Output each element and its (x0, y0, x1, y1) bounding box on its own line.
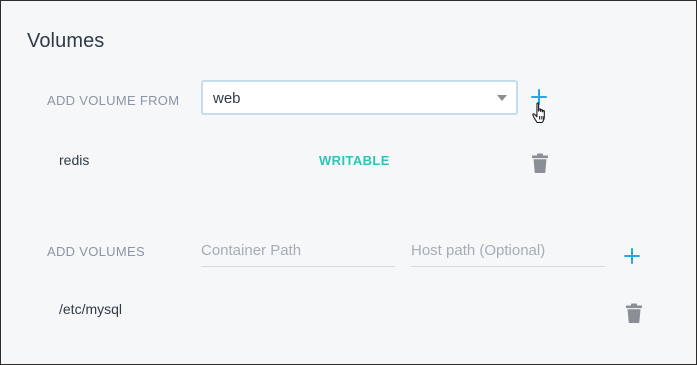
section-title: Volumes (27, 30, 105, 52)
add-volume-button[interactable] (624, 248, 640, 264)
trash-icon[interactable] (626, 303, 642, 323)
volume-entry-path: /etc/mysql (59, 301, 123, 317)
host-path-field[interactable] (411, 237, 605, 267)
host-path-input[interactable] (411, 242, 605, 259)
volumes-panel: Volumes ADD VOLUME FROM web redis WRITAB… (0, 0, 697, 365)
container-path-field[interactable] (201, 237, 395, 267)
add-volumes-label: ADD VOLUMES (47, 244, 145, 259)
container-path-input[interactable] (201, 242, 395, 259)
volume-from-select[interactable]: web (201, 80, 518, 115)
hand-pointer-cursor-icon (532, 102, 545, 124)
trash-icon[interactable] (532, 153, 548, 173)
select-value: web (213, 90, 241, 107)
writable-toggle[interactable]: WRITABLE (319, 153, 390, 168)
add-volume-from-label: ADD VOLUME FROM (47, 93, 180, 108)
volume-from-entry-name: redis (59, 152, 90, 168)
chevron-down-icon[interactable] (497, 95, 507, 101)
